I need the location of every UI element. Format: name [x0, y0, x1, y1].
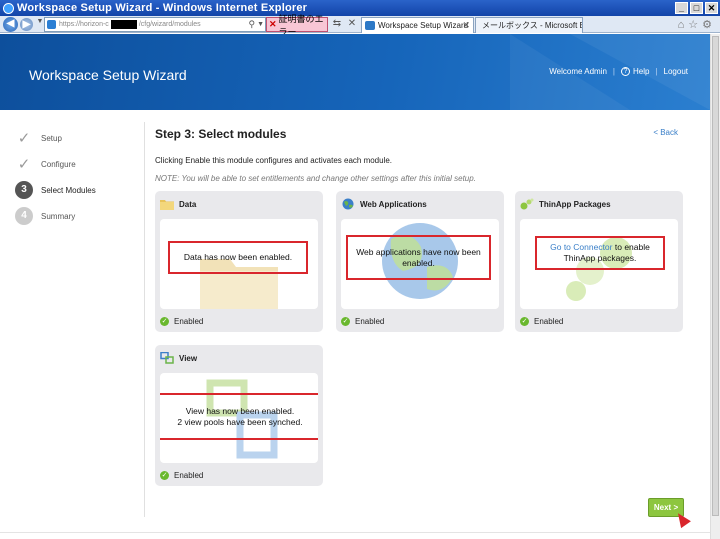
address-prefix: https://horizon-c [59, 21, 109, 28]
enabled-message: Go to Connector to enable ThinApp packag… [535, 236, 665, 270]
address-dropdown-icon[interactable]: ▼ [257, 21, 264, 28]
browser-toolbar: ◀ ▶ ▼ https://horizon-c /cfg/wizard/modu… [0, 14, 720, 37]
module-name: Web Applications [360, 199, 427, 209]
bubbles-icon [520, 198, 534, 210]
logout-link[interactable]: Logout [664, 67, 688, 76]
module-body: View has now been enabled. 2 view pools h… [160, 373, 318, 463]
ie-logo-icon [3, 2, 14, 14]
tab-workspace[interactable]: Workspace Setup Wizard ✕ [361, 17, 474, 33]
address-bar[interactable]: https://horizon-c /cfg/wizard/modules ⚲ … [44, 17, 266, 32]
page-description: Clicking Enable this module configures a… [155, 156, 393, 165]
enabled-message: Web applications have now been enabled. [346, 235, 491, 280]
step-label: Select Modules [41, 185, 96, 195]
forward-icon[interactable]: ▶ [20, 18, 33, 31]
check-circle-icon: ✓ [341, 316, 350, 326]
module-status: ✓ Enabled [520, 315, 563, 327]
step-summary: 4 Summary [14, 203, 96, 229]
tab-label: メールボックス - Microsoft Exch... [482, 21, 582, 30]
scrollbar[interactable] [710, 34, 720, 539]
home-icon[interactable]: ⌂ [678, 19, 689, 31]
message-text: View has now been enabled. 2 view pools h… [177, 405, 303, 427]
module-status: ✓ Enabled [341, 315, 384, 327]
module-card-thinapp-packages: ThinApp Packages Go to Connector to enab… [515, 191, 683, 332]
footer-divider [0, 532, 710, 533]
checkmark-icon: ✓ [17, 130, 31, 147]
page-note: NOTE: You will be able to set entitlemen… [155, 174, 476, 183]
minimize-icon[interactable]: _ [675, 2, 688, 14]
globe-icon [342, 198, 354, 210]
module-body: Web applications have now been enabled. [341, 219, 499, 309]
module-name: Data [179, 199, 197, 209]
address-suffix: /cfg/wizard/modules [138, 21, 201, 28]
module-body: Data has now been enabled. [160, 219, 318, 309]
user-links: Welcome Admin | ? Help | Logout [549, 67, 688, 76]
module-card-view: View View has now been enabled. 2 view po… [155, 345, 323, 486]
compat-icon[interactable]: ⇆ [331, 18, 343, 30]
module-status: ✓ Enabled [160, 469, 203, 481]
view-icon [160, 352, 174, 364]
app-title: Workspace Setup Wizard [29, 67, 187, 83]
back-icon[interactable]: ◀ [3, 17, 18, 32]
step-configure[interactable]: ✓ Configure [14, 151, 96, 177]
module-card-web-applications: Web Applications Web applications have n… [336, 191, 504, 332]
wizard-steps: ✓ Setup ✓ Configure 3 Select Modules 4 S… [14, 125, 96, 229]
site-icon [47, 20, 56, 29]
step-select-modules: 3 Select Modules [14, 177, 96, 203]
checkmark-icon: ✓ [17, 156, 31, 173]
browser-right-icons: ⌂☆⚙ [678, 18, 716, 31]
status-text: Enabled [174, 470, 204, 480]
back-link[interactable]: < Back [653, 128, 678, 137]
search-icon[interactable]: ⚲ [248, 19, 255, 30]
folder-icon [160, 200, 174, 210]
window-titlebar: Workspace Setup Wizard - Windows Interne… [0, 0, 720, 16]
window-title: Workspace Setup Wizard - Windows Interne… [17, 2, 308, 14]
step-setup[interactable]: ✓ Setup [14, 125, 96, 151]
step-number: 3 [15, 181, 33, 199]
tab-exchange[interactable]: メールボックス - Microsoft Exch... [475, 17, 583, 33]
tab-label: Workspace Setup Wizard [378, 21, 469, 30]
module-name: ThinApp Packages [539, 199, 611, 209]
redacted-block [110, 20, 137, 29]
status-text: Enabled [355, 316, 385, 326]
welcome-text: Welcome Admin [549, 67, 607, 76]
enabled-message: Data has now been enabled. [168, 241, 308, 274]
sidebar-divider [144, 122, 145, 517]
certificate-error[interactable]: ✕ 証明書のエラー [266, 14, 328, 37]
check-circle-icon: ✓ [160, 316, 169, 326]
enabled-message: View has now been enabled. 2 view pools h… [160, 393, 318, 440]
app-header: Workspace Setup Wizard Welcome Admin | ?… [0, 34, 710, 110]
check-circle-icon: ✓ [520, 316, 529, 326]
status-text: Enabled [174, 316, 204, 326]
module-status: ✓ Enabled [160, 315, 203, 327]
page-title: Step 3: Select modules [155, 127, 287, 141]
message-text: Go to Connector to enable ThinApp packag… [541, 242, 659, 264]
tab-close-icon[interactable]: ✕ [462, 20, 470, 31]
step-number: 4 [15, 207, 33, 225]
scrollbar-thumb[interactable] [712, 36, 719, 516]
module-name: View [179, 353, 198, 363]
favorites-icon[interactable]: ☆ [688, 19, 702, 31]
stop-icon[interactable]: ✕ [346, 18, 358, 30]
step-label: Setup [41, 133, 62, 143]
status-text: Enabled [534, 316, 564, 326]
module-body: Go to Connector to enable ThinApp packag… [520, 219, 678, 309]
check-circle-icon: ✓ [160, 470, 169, 480]
go-to-connector-link[interactable]: Go to Connector [550, 242, 612, 252]
step-label: Configure [41, 159, 76, 169]
step-label: Summary [41, 211, 76, 221]
error-icon: ✕ [269, 19, 277, 29]
help-icon[interactable]: ? [621, 67, 630, 76]
workspace-favicon-icon [365, 21, 375, 30]
tools-icon[interactable]: ⚙ [702, 19, 716, 31]
message-text: Data has now been enabled. [183, 252, 293, 262]
maximize-icon[interactable]: □ [690, 2, 703, 14]
module-card-data: Data Data has now been enabled. ✓ Enable… [155, 191, 323, 332]
message-text: Web applications have now been enabled. [356, 246, 481, 268]
help-link[interactable]: Help [633, 67, 649, 76]
close-icon[interactable]: ✕ [705, 2, 718, 14]
